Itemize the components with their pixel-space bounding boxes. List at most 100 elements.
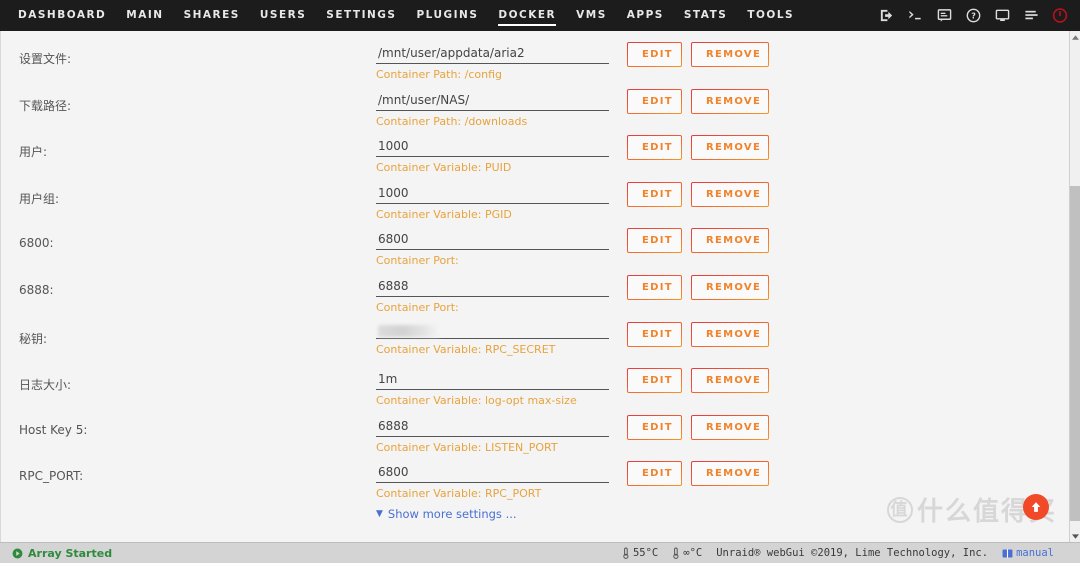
nav-item-plugins[interactable]: PLUGINS xyxy=(406,0,488,31)
edit-button[interactable]: EDIT xyxy=(627,368,682,393)
remove-button[interactable]: REMOVE xyxy=(691,89,769,114)
nav-item-users[interactable]: USERS xyxy=(250,0,316,31)
display-icon[interactable] xyxy=(994,8,1010,24)
cpu-temperature: 55°C xyxy=(622,547,658,559)
footer-right: 55°C ∞°C Unraid® webGui ©2019, Lime Tech… xyxy=(622,547,1080,559)
edit-button[interactable]: EDIT xyxy=(627,322,682,347)
value-input[interactable] xyxy=(376,231,609,249)
row-label: 用户: xyxy=(19,145,48,160)
edit-button[interactable]: EDIT xyxy=(627,182,682,207)
value-input[interactable] xyxy=(376,277,609,295)
nav-item-tools[interactable]: TOOLS xyxy=(737,0,804,31)
remove-button[interactable]: REMOVE xyxy=(691,228,769,253)
edit-button[interactable]: EDIT xyxy=(627,89,682,114)
nav-item-main[interactable]: MAIN xyxy=(116,0,173,31)
scrollbar-up-arrow[interactable] xyxy=(1070,31,1080,43)
row-field: Container Port: xyxy=(376,275,611,314)
row-field: Container Port: xyxy=(376,228,611,267)
remove-button[interactable]: REMOVE xyxy=(691,415,769,440)
copyright-text: Unraid® webGui ©2019, Lime Technology, I… xyxy=(716,547,989,559)
nav-item-docker[interactable]: DOCKER xyxy=(488,0,566,31)
terminal-icon[interactable] xyxy=(907,8,923,24)
edit-button[interactable]: EDIT xyxy=(627,135,682,160)
nav-item-settings[interactable]: SETTINGS xyxy=(316,0,406,31)
board-temperature: ∞°C xyxy=(672,547,702,559)
field-underline xyxy=(376,249,609,251)
log-icon[interactable] xyxy=(1023,8,1039,24)
edit-button[interactable]: EDIT xyxy=(627,461,682,486)
settings-row: 日志大小: Container Variable: log-opt max-siz… xyxy=(1,357,1069,407)
manual-link[interactable]: manual xyxy=(1002,547,1054,559)
help-icon[interactable]: ? xyxy=(965,8,981,24)
value-input[interactable] xyxy=(376,91,609,109)
scroll-to-top-button[interactable] xyxy=(1023,494,1049,520)
row-field: Container Variable: PUID xyxy=(376,135,611,174)
value-input[interactable] xyxy=(376,417,609,435)
edit-button[interactable]: EDIT xyxy=(627,275,682,300)
thermometer-icon xyxy=(623,547,629,559)
settings-row: Host Key 5: Container Variable: LISTEN_PO… xyxy=(1,404,1069,454)
remove-button[interactable]: REMOVE xyxy=(691,368,769,393)
nav-item-stats[interactable]: STATS xyxy=(674,0,737,31)
field-hint: Container Variable: RPC_SECRET xyxy=(376,342,556,356)
value-input[interactable] xyxy=(376,371,609,389)
remove-button[interactable]: REMOVE xyxy=(691,182,769,207)
field-underline xyxy=(376,63,609,64)
row-label: 日志大小: xyxy=(19,378,72,393)
array-status[interactable]: Array Started xyxy=(0,547,112,560)
arrow-up-icon xyxy=(1031,502,1041,512)
show-more-settings-label: Show more settings ... xyxy=(387,506,517,521)
remove-button[interactable]: REMOVE xyxy=(691,461,769,486)
row-field: Container Variable: PGID xyxy=(376,182,611,221)
power-icon[interactable] xyxy=(1052,8,1068,24)
value-input[interactable] xyxy=(376,45,609,62)
top-navigation-bar: DASHBOARD MAIN SHARES USERS SETTINGS PLUGINS D… xyxy=(0,0,1080,31)
nav-item-dashboard[interactable]: DASHBOARD xyxy=(8,0,116,31)
value-input[interactable] xyxy=(376,138,609,156)
remove-button[interactable]: REMOVE xyxy=(691,135,769,160)
scrollbar-thumb[interactable] xyxy=(1070,186,1080,521)
settings-row: 6800: Container Port: EDIT REMOVE xyxy=(1,217,1069,267)
value-input[interactable] xyxy=(376,184,609,202)
nav-items: DASHBOARD MAIN SHARES USERS SETTINGS PLUGINS D… xyxy=(0,0,804,31)
remove-button[interactable]: REMOVE xyxy=(691,322,769,347)
settings-row: 6888: Container Port: EDIT REMOVE xyxy=(1,264,1069,314)
show-more-row: ▼ Show more settings ... xyxy=(1,497,1069,527)
show-more-settings-link[interactable]: ▼ Show more settings ... xyxy=(376,507,517,521)
value-input[interactable] xyxy=(376,464,609,482)
field-underline xyxy=(376,295,609,297)
row-label: RPC_PORT: xyxy=(19,469,84,484)
chat-icon[interactable] xyxy=(936,8,952,24)
row-label: 6888: xyxy=(19,282,54,297)
thermometer-icon xyxy=(673,547,679,559)
row-label: 6800: xyxy=(19,236,54,251)
row-field: Container Variable: LISTEN_PORT xyxy=(376,415,611,454)
scrollbar-down-arrow[interactable] xyxy=(1070,530,1080,542)
settings-row: 下载路径: Container Path: /downloads EDIT REMOV… xyxy=(1,78,1069,128)
field-underline xyxy=(376,435,609,437)
field-underline xyxy=(376,109,609,111)
settings-row: 秘钥: Container Variable: RPC_SECRET EDIT REM… xyxy=(1,311,1069,358)
row-field: Container Variable: RPC_SECRET xyxy=(376,322,611,356)
settings-row: RPC_PORT: Container Variable: RPC_PORT EDI… xyxy=(1,450,1069,500)
remove-button[interactable]: REMOVE xyxy=(691,42,769,67)
nav-item-shares[interactable]: SHARES xyxy=(174,0,250,31)
settings-row: 设置文件: Container Path: /config EDIT REMOVE xyxy=(1,31,1069,81)
status-footer: Array Started 55°C ∞°C Unraid® webGui ©2… xyxy=(0,542,1080,563)
manual-link-label: manual xyxy=(1016,547,1054,559)
logout-icon[interactable] xyxy=(878,8,894,24)
redacted-value[interactable] xyxy=(378,324,440,337)
edit-button[interactable]: EDIT xyxy=(627,42,682,67)
row-field: Container Path: /config xyxy=(376,42,611,81)
page-scrollbar[interactable] xyxy=(1069,31,1080,542)
edit-button[interactable]: EDIT xyxy=(627,228,682,253)
nav-item-apps[interactable]: APPS xyxy=(617,0,674,31)
remove-button[interactable]: REMOVE xyxy=(691,275,769,300)
field-underline xyxy=(376,389,609,391)
board-temperature-value: ∞°C xyxy=(683,547,703,559)
nav-item-vms[interactable]: VMS xyxy=(566,0,617,31)
field-underline xyxy=(376,337,609,339)
edit-button[interactable]: EDIT xyxy=(627,415,682,440)
nav-icon-group: ? xyxy=(878,0,1072,31)
book-icon xyxy=(1002,548,1013,558)
